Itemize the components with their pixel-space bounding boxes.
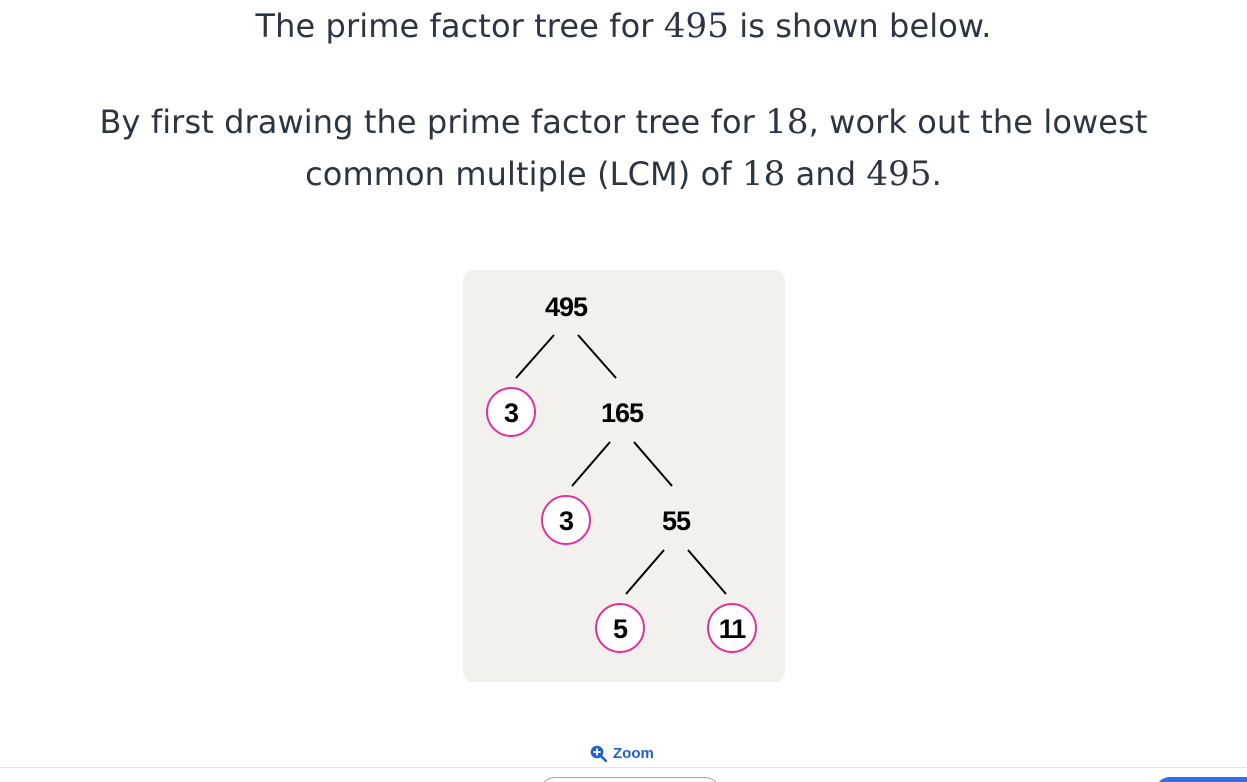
question-text: By first drawing the prime factor tree f…	[99, 103, 766, 141]
tree-node-55: 55	[662, 506, 691, 536]
zoom-button[interactable]: Zoom	[590, 741, 654, 765]
question-page: The prime factor tree for 495 is shown b…	[0, 0, 1247, 782]
question-line-1: The prime factor tree for 495 is shown b…	[0, 0, 1247, 52]
math-number: 18	[765, 102, 809, 142]
tree-branch	[515, 334, 555, 379]
tree-branch	[633, 441, 673, 487]
tree-branch	[687, 549, 727, 595]
math-number: 495	[866, 154, 932, 194]
question-text: common multiple (LCM) of	[305, 155, 742, 193]
math-number: 18	[741, 154, 786, 194]
footer-secondary-button[interactable]	[540, 777, 720, 782]
footer-primary-button[interactable]	[1155, 777, 1247, 782]
tree-node-495: 495	[545, 292, 588, 322]
tree-node-prime-5: 5	[613, 614, 628, 644]
question-line-2: By first drawing the prime factor tree f…	[0, 96, 1247, 200]
zoom-in-icon	[590, 745, 607, 762]
factor-tree-diagram: 495 3 165 3 55 5 11	[486, 292, 757, 653]
tree-branch	[571, 441, 611, 487]
tree-node-165: 165	[601, 398, 644, 428]
question-text: is shown below.	[728, 7, 992, 45]
tree-branch	[625, 549, 665, 595]
zoom-label: Zoom	[613, 744, 654, 762]
question-text: and	[785, 155, 867, 193]
tree-node-prime-3: 3	[504, 398, 519, 428]
footer-divider	[0, 767, 1247, 768]
question-text: .	[931, 155, 942, 193]
tree-node-prime-3: 3	[559, 506, 574, 536]
question-text: , work out the lowest	[808, 103, 1148, 141]
tree-node-prime-11: 11	[719, 614, 747, 644]
question-text: The prime factor tree for	[255, 7, 664, 45]
math-number: 495	[663, 6, 729, 46]
tree-branch	[577, 334, 617, 379]
factor-tree-card: 495 3 165 3 55 5 11	[463, 270, 785, 682]
